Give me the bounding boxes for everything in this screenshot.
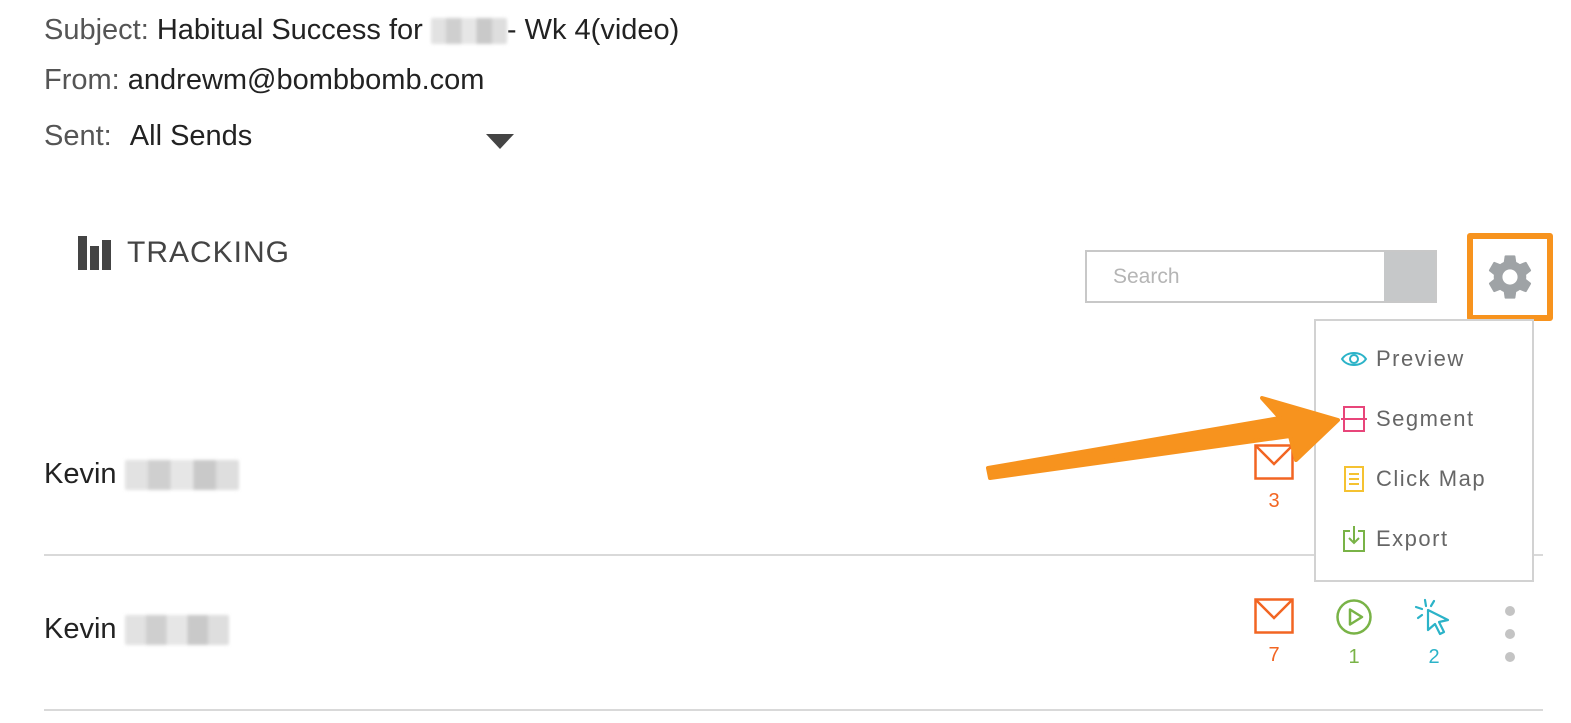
more-options-icon[interactable] xyxy=(1505,606,1515,662)
redacted-last-name xyxy=(124,615,229,646)
clicks-count: 2 xyxy=(1428,646,1440,668)
chevron-down-icon[interactable] xyxy=(486,134,514,149)
menu-item-click-map[interactable]: Click Map xyxy=(1340,465,1486,493)
redacted-last-name xyxy=(124,460,239,491)
search-input[interactable] xyxy=(1087,252,1384,301)
settings-dropdown-menu: Preview Segment Click Map Export xyxy=(1314,319,1534,582)
email-opens-count: 7 xyxy=(1268,644,1280,666)
row-divider xyxy=(44,709,1543,711)
subject-suffix: - Wk 4(video) xyxy=(506,14,680,46)
menu-item-label: Preview xyxy=(1376,346,1465,371)
email-opens-stat[interactable]: 3 xyxy=(1254,444,1294,513)
recipient-first-name: Kevin xyxy=(44,458,117,490)
sent-label: Sent: xyxy=(44,120,112,152)
from-line: From: andrewm@bombbomb.com xyxy=(44,64,484,97)
envelope-icon xyxy=(1254,598,1294,634)
video-plays-count: 1 xyxy=(1348,646,1360,668)
email-opens-stat[interactable]: 7 xyxy=(1254,598,1294,667)
subject-value: Habitual Success for xyxy=(156,14,423,46)
menu-item-label: Segment xyxy=(1376,406,1475,431)
subject-line: Subject: Habitual Success for - Wk 4(vid… xyxy=(44,14,679,47)
segment-icon xyxy=(1340,405,1368,433)
from-label: From: xyxy=(44,64,120,96)
cursor-click-icon xyxy=(1414,598,1450,636)
clicks-stat[interactable]: 2 xyxy=(1414,598,1454,669)
tracking-header: TRACKING xyxy=(78,236,290,270)
settings-button[interactable] xyxy=(1467,233,1553,321)
redacted-name xyxy=(430,18,507,45)
eye-icon xyxy=(1340,345,1368,373)
subject-label: Subject: xyxy=(44,14,149,46)
tracking-title: TRACKING xyxy=(127,236,291,269)
recipient-name-2[interactable]: Kevin xyxy=(44,613,229,646)
recipient-first-name: Kevin xyxy=(44,613,117,645)
menu-item-label: Click Map xyxy=(1376,466,1487,491)
from-value: andrewm@bombbomb.com xyxy=(127,64,485,96)
menu-item-segment[interactable]: Segment xyxy=(1340,405,1475,433)
email-opens-count: 3 xyxy=(1268,490,1280,512)
export-icon xyxy=(1340,525,1368,553)
recipient-name-1[interactable]: Kevin xyxy=(44,458,239,491)
clickmap-icon xyxy=(1340,465,1368,493)
play-circle-icon xyxy=(1336,599,1372,635)
envelope-icon xyxy=(1254,444,1294,480)
menu-item-preview[interactable]: Preview xyxy=(1340,345,1465,373)
menu-item-label: Export xyxy=(1376,526,1449,551)
menu-item-export[interactable]: Export xyxy=(1340,525,1449,553)
sent-line[interactable]: Sent: All Sends xyxy=(44,120,252,153)
video-plays-stat[interactable]: 1 xyxy=(1335,598,1373,669)
bar-chart-icon xyxy=(78,236,111,270)
search-button[interactable] xyxy=(1384,252,1435,301)
search-box xyxy=(1085,250,1437,303)
sent-dropdown-value[interactable]: All Sends xyxy=(130,120,253,152)
gear-icon xyxy=(1488,255,1532,299)
